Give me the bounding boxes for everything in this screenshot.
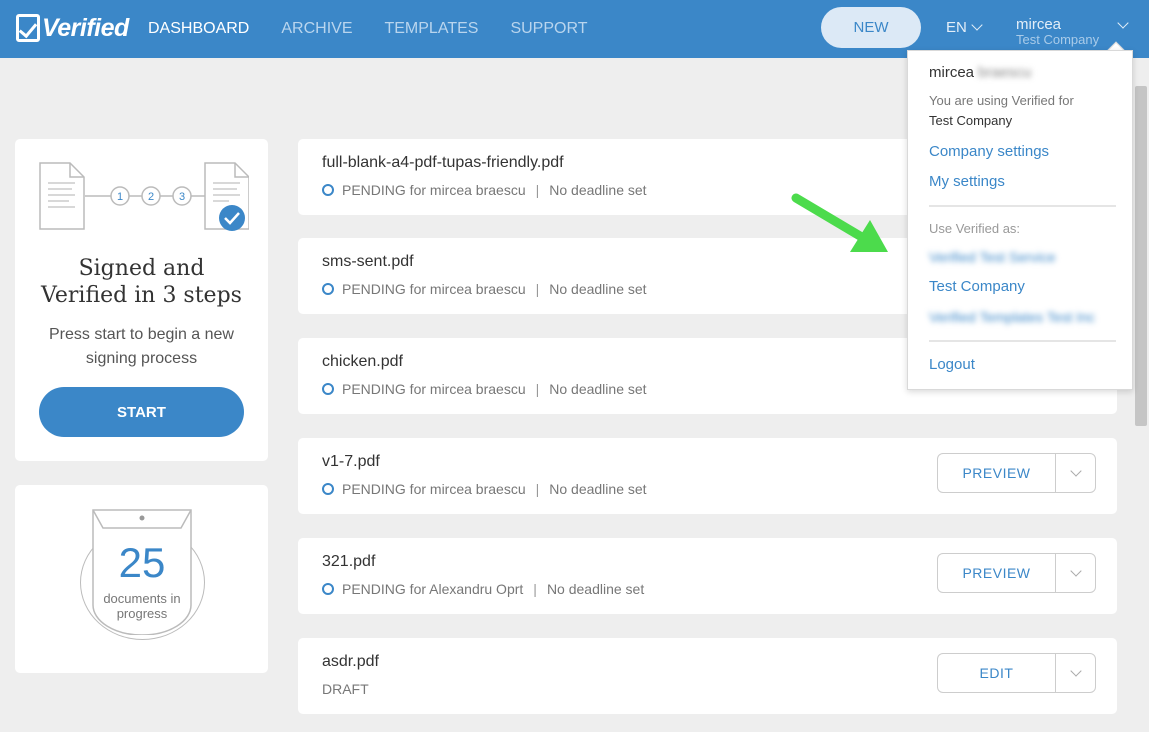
pending-circle-icon: [322, 184, 334, 196]
account-option-1[interactable]: Verified Test Service: [929, 249, 1056, 265]
steps-title-line1: Signed and: [78, 256, 205, 281]
dropdown-user-name: mircea braescu: [929, 64, 1031, 81]
document-status: PENDING for mircea braescu: [342, 281, 526, 297]
using-text: You are using Verified for: [929, 93, 1074, 108]
steps-title: Signed and Verified in 3 steps: [15, 255, 268, 309]
nav-templates[interactable]: TEMPLATES: [384, 20, 478, 38]
more-actions-chevron-icon[interactable]: [1056, 554, 1095, 592]
user-menu-toggle[interactable]: mircea Test Company: [1016, 17, 1099, 48]
document-status: PENDING for mircea braescu: [342, 182, 526, 198]
user-name: mircea: [1016, 16, 1062, 33]
logo[interactable]: Verified: [16, 12, 129, 44]
pending-circle-icon: [322, 283, 334, 295]
document-name[interactable]: full-blank-a4-pdf-tupas-friendly.pdf: [322, 154, 564, 172]
step-2-label: 2: [148, 191, 154, 203]
dropdown-divider: [929, 340, 1116, 342]
user-dropdown-menu: mircea braescu You are using Verified fo…: [907, 50, 1133, 390]
document-meta: PENDING for mircea braescu | No deadline…: [322, 381, 647, 397]
document-meta: PENDING for Alexandru Oprt | No deadline…: [322, 581, 644, 597]
step-3-label: 3: [179, 191, 185, 203]
more-actions-chevron-icon[interactable]: [1056, 654, 1095, 692]
document-actions: EDIT: [937, 653, 1096, 693]
user-menu-chevron-icon[interactable]: [1117, 17, 1129, 29]
document-status: DRAFT: [322, 681, 369, 697]
signing-steps-illustration-icon: 1 2 3: [39, 162, 249, 231]
documents-in-progress-card: 25 documents in progress: [15, 485, 268, 673]
pending-circle-icon: [322, 583, 334, 595]
document-name[interactable]: sms-sent.pdf: [322, 253, 414, 271]
document-row[interactable]: asdr.pdf DRAFT EDIT: [298, 638, 1117, 714]
logo-check-icon: [16, 14, 40, 42]
my-settings-link[interactable]: My settings: [929, 173, 1005, 190]
document-status: PENDING for Alexandru Oprt: [342, 581, 524, 597]
document-deadline: No deadline set: [549, 381, 647, 397]
more-actions-chevron-icon[interactable]: [1056, 454, 1095, 492]
document-name[interactable]: v1-7.pdf: [322, 453, 380, 471]
nav-support[interactable]: SUPPORT: [510, 20, 587, 38]
preview-button[interactable]: PREVIEW: [938, 554, 1056, 592]
document-name[interactable]: 321.pdf: [322, 553, 375, 571]
meta-separator: |: [535, 182, 540, 198]
steps-subtitle: Press start to begin a new signing proce…: [49, 326, 234, 367]
start-button[interactable]: START: [39, 387, 244, 437]
documents-count: 25: [118, 539, 166, 586]
document-meta: DRAFT: [322, 681, 369, 697]
user-company: Test Company: [1016, 32, 1100, 47]
dropdown-last-name-blurred: braescu: [978, 64, 1032, 81]
document-name[interactable]: asdr.pdf: [322, 653, 379, 671]
documents-count-label: documents in progress: [103, 591, 181, 621]
dropdown-first-name: mircea: [929, 64, 975, 81]
document-actions: PREVIEW: [937, 553, 1096, 593]
use-verified-as-label: Use Verified as:: [929, 221, 1021, 236]
logout-link[interactable]: Logout: [929, 356, 975, 373]
document-deadline: No deadline set: [549, 481, 647, 497]
using-company: Test Company: [929, 113, 1013, 128]
chevron-down-icon: [971, 19, 983, 31]
language-label: EN: [946, 19, 967, 36]
scrollbar-thumb[interactable]: [1135, 86, 1147, 426]
meta-separator: |: [535, 281, 540, 297]
document-status: PENDING for mircea braescu: [342, 481, 526, 497]
document-actions: PREVIEW: [937, 453, 1096, 493]
document-name[interactable]: chicken.pdf: [322, 353, 403, 371]
nav-archive[interactable]: ARCHIVE: [281, 20, 352, 38]
document-deadline: No deadline set: [546, 581, 645, 597]
nav-dashboard[interactable]: DASHBOARD: [148, 20, 249, 38]
edit-button[interactable]: EDIT: [938, 654, 1056, 692]
document-meta: PENDING for mircea braescu | No deadline…: [322, 182, 647, 198]
document-status: PENDING for mircea braescu: [342, 381, 526, 397]
green-arrow-icon: [791, 193, 888, 252]
pending-circle-icon: [322, 483, 334, 495]
document-deadline: No deadline set: [549, 182, 647, 198]
document-row[interactable]: v1-7.pdf PENDING for mircea braescu | No…: [298, 438, 1117, 514]
preview-button[interactable]: PREVIEW: [938, 454, 1056, 492]
account-option-3[interactable]: Verified Templates Test Inc: [929, 309, 1095, 325]
dropdown-using-info: You are using Verified for Test Company: [929, 91, 1119, 131]
steps-title-line2: Verified in 3 steps: [41, 283, 242, 308]
document-meta: PENDING for mircea braescu | No deadline…: [322, 481, 647, 497]
dropdown-divider: [929, 205, 1116, 207]
company-settings-link[interactable]: Company settings: [929, 143, 1049, 160]
document-row[interactable]: 321.pdf PENDING for Alexandru Oprt | No …: [298, 538, 1117, 614]
document-deadline: No deadline set: [549, 281, 647, 297]
account-option-2[interactable]: Test Company: [929, 278, 1025, 295]
signing-steps-card: 1 2 3 Signed and Verified in 3 steps Pre…: [15, 139, 268, 461]
language-selector[interactable]: EN: [946, 19, 983, 36]
logo-text: Verified: [42, 13, 129, 42]
pending-circle-icon: [322, 383, 334, 395]
document-meta: PENDING for mircea braescu | No deadline…: [322, 281, 647, 297]
new-button[interactable]: NEW: [821, 7, 921, 48]
main-nav: DASHBOARD ARCHIVE TEMPLATES SUPPORT: [148, 0, 620, 58]
meta-separator: |: [533, 581, 537, 597]
meta-separator: |: [535, 381, 540, 397]
step-1-label: 1: [117, 191, 123, 203]
meta-separator: |: [535, 481, 540, 497]
